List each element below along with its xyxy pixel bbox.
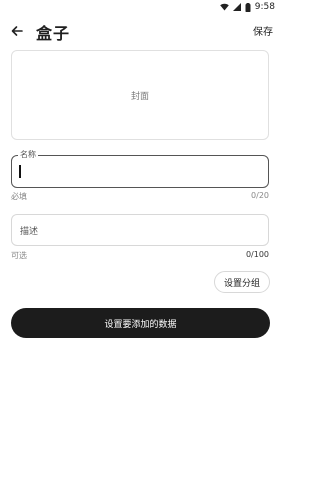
set-data-button[interactable]: 设置要添加的数据: [11, 308, 270, 338]
cover-label: 封面: [130, 91, 149, 102]
name-char-counter: 0/20: [251, 191, 269, 200]
description-placeholder: 描述: [20, 227, 39, 237]
text-caret: [19, 165, 21, 178]
status-bar: 9:58: [0, 0, 281, 14]
name-helper-row: 必填 0/20: [11, 191, 269, 202]
wifi-icon: [219, 3, 229, 11]
page-title: 盒子: [36, 24, 71, 43]
status-time: 9:58: [254, 2, 275, 12]
save-button[interactable]: 保存: [253, 23, 273, 38]
signal-icon: [232, 3, 241, 11]
name-field-label: 名称: [18, 150, 38, 160]
description-helper-row: 可选 0/100: [11, 250, 269, 261]
cover-picker[interactable]: 封面: [11, 50, 269, 140]
name-input[interactable]: 名称: [11, 150, 269, 188]
battery-icon: [245, 2, 251, 12]
back-button[interactable]: [8, 22, 26, 40]
name-helper-text: 必填: [11, 192, 27, 201]
top-app-bar: 盒子 保存: [0, 18, 281, 44]
set-group-button[interactable]: 设置分组: [213, 271, 270, 293]
description-helper-text: 可选: [11, 251, 27, 260]
arrow-left-icon: [11, 22, 23, 41]
description-char-counter: 0/100: [245, 250, 269, 259]
description-input[interactable]: 描述: [11, 214, 269, 246]
